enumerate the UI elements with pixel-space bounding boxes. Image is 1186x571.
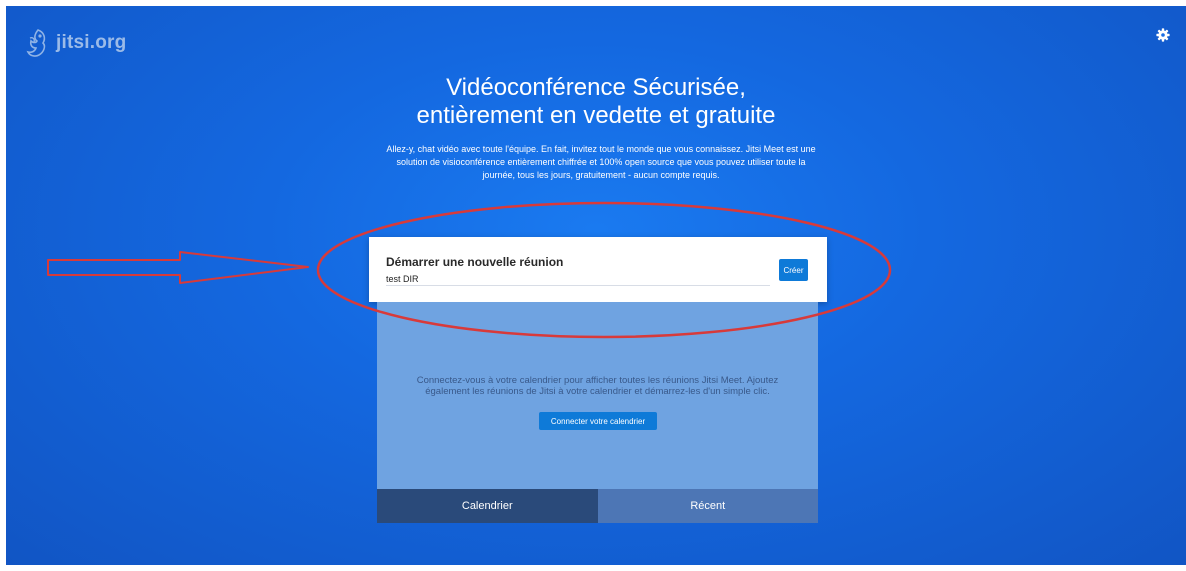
calendar-panel: Connectez-vous à votre calendrier pour a… (377, 302, 818, 489)
jitsi-logo-icon (26, 29, 46, 57)
new-meeting-card: Démarrer une nouvelle réunion Créer (369, 237, 827, 302)
connect-calendar-button[interactable]: Connecter votre calendrier (539, 412, 657, 430)
new-meeting-title: Démarrer une nouvelle réunion (386, 255, 564, 269)
gear-icon (1156, 28, 1170, 42)
hero-title: Vidéoconférence Sécurisée, entièrement e… (6, 74, 1186, 130)
hero-description: Allez-y, chat vidéo avec toute l'équipe.… (386, 144, 816, 180)
page-background: jitsi.org Vidéoconférence Sécurisée, ent… (6, 6, 1186, 565)
panel-tabs: Calendrier Récent (377, 489, 818, 523)
tab-calendar[interactable]: Calendrier (377, 489, 598, 523)
meeting-name-input[interactable] (386, 272, 770, 286)
jitsi-logo[interactable]: jitsi.org (24, 28, 126, 58)
logo-text: jitsi.org (56, 32, 127, 53)
settings-button[interactable] (1155, 27, 1171, 43)
hero-title-line-1: Vidéoconférence Sécurisée, (446, 74, 746, 101)
create-button[interactable]: Créer (779, 259, 808, 281)
hero-title-line-2: entièrement en vedette et gratuite (416, 102, 776, 129)
calendar-connect-text: Connectez-vous à votre calendrier pour a… (416, 375, 779, 397)
tab-recent[interactable]: Récent (597, 489, 818, 523)
